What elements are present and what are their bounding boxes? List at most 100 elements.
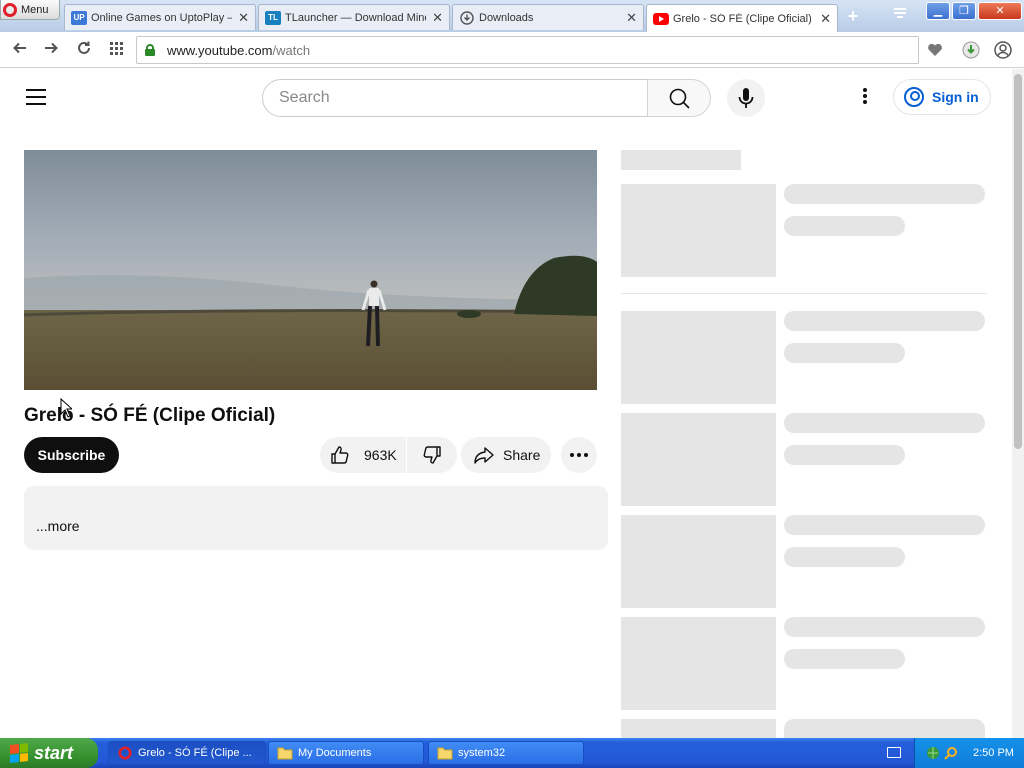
skeleton-meta-line [784,547,905,567]
thumbs-up-icon [331,446,349,464]
windows-logo-icon [10,743,28,763]
skeleton-thumbnail [621,617,776,710]
taskbar-item-opera[interactable]: Grelo - SÓ FÉ (Clipe ... [108,741,266,765]
sign-in-label: Sign in [932,89,979,105]
share-button[interactable]: Share [461,437,551,473]
tab-title: Online Games on UptoPlay — [91,11,233,24]
url-host: www.youtube.com [167,42,273,58]
close-tab-icon[interactable]: ✕ [432,10,443,26]
skeleton-meta-line [784,216,905,236]
opera-icon [118,746,132,760]
account-circle-icon [904,87,924,107]
youtube-icon [653,12,669,26]
skeleton-title-line [784,515,985,535]
reload-button[interactable] [74,40,94,60]
guide-menu-icon[interactable] [26,89,46,105]
youtube-header: Search Sign in [0,69,1012,125]
sign-in-button[interactable]: Sign in [893,79,991,115]
url-path: /watch [272,42,311,58]
taskbar-item-my-documents[interactable]: My Documents [268,741,424,765]
skeleton-thumbnail [621,311,776,404]
taskbar-item-system32[interactable]: system32 [428,741,584,765]
close-tab-icon[interactable]: ✕ [820,11,831,27]
skeleton-divider [621,293,987,294]
windows-taskbar: start Grelo - SÓ FÉ (Clipe ... My Docume… [0,738,1024,768]
menu-label: Menu [21,3,49,16]
description-box[interactable]: ...more [24,486,608,550]
skeleton-thumbnail [621,413,776,506]
skeleton-title-line [784,413,985,433]
folder-icon [277,747,293,760]
close-window-button[interactable]: ✕ [978,2,1022,20]
tab-title: Downloads [479,11,534,24]
microphone-icon [738,88,754,108]
skeleton-meta-line [784,343,905,363]
taskbar-item-label: system32 [458,747,506,759]
url-field[interactable]: www.youtube.com/watch [136,36,919,64]
bookmark-heart-icon[interactable] [924,39,946,61]
start-button[interactable]: start [0,738,98,768]
show-more-link[interactable]: ...more [36,518,80,534]
folder-icon [437,747,453,760]
close-tab-icon[interactable]: ✕ [238,10,249,26]
video-frame-image [24,150,597,390]
tab-title: Grelo - SÓ FÉ (Clipe Oficial) - [673,12,815,25]
settings-more-icon[interactable] [853,87,877,111]
opera-menu-button[interactable]: Menu [0,0,60,20]
tab-title: TLauncher — Download Mine [285,11,427,24]
voice-search-button[interactable] [727,79,765,117]
thumbs-down-icon [423,446,441,464]
account-icon[interactable] [992,39,1014,61]
close-tab-icon[interactable]: ✕ [626,10,637,26]
tab-downloads[interactable]: Downloads ✕ [452,4,644,30]
keyboard-icon[interactable] [887,747,901,758]
minimize-button[interactable]: ▁ [926,2,950,20]
dislike-button[interactable] [407,437,457,473]
network-icon[interactable] [925,745,941,761]
skeleton-thumbnail [621,515,776,608]
opera-logo-icon [3,2,17,17]
search-tray-icon[interactable] [943,745,959,761]
tab-uptoplay[interactable]: UP Online Games on UptoPlay — ✕ [64,4,256,30]
skeleton-thumbnail [621,184,776,277]
share-arrow-icon [474,447,494,464]
more-actions-button[interactable] [561,437,597,473]
clock[interactable]: 2:50 PM [973,747,1014,759]
skeleton-chip [621,150,741,170]
maximize-button[interactable]: ❐ [952,2,976,20]
uptoplay-icon: UP [71,10,87,25]
skeleton-title-line [784,184,985,204]
skeleton-meta-line [784,649,905,669]
taskbar-item-label: Grelo - SÓ FÉ (Clipe ... [138,747,252,759]
skeleton-title-line [784,719,985,738]
new-tab-button[interactable]: + [842,6,864,26]
lock-icon [145,44,155,56]
search-input[interactable]: Search [262,79,648,117]
skeleton-title-line [784,617,985,637]
forward-button[interactable] [41,40,61,60]
mouse-cursor-icon [60,397,74,423]
page-scrollbar[interactable] [1012,69,1024,739]
system-tray: 2:50 PM [914,738,1024,768]
search-button[interactable] [647,79,711,117]
taskbar-item-label: My Documents [298,747,372,759]
speed-dial-icon[interactable] [106,40,126,60]
back-button[interactable] [10,40,30,60]
like-count: 963K [364,447,397,463]
scrollbar-thumb[interactable] [1014,74,1022,449]
skeleton-thumbnail [621,719,776,738]
tlauncher-icon: TL [265,10,281,25]
address-bar-row: www.youtube.com/watch [0,32,1024,68]
tab-tlauncher[interactable]: TL TLauncher — Download Mine ✕ [258,4,450,30]
skeleton-meta-line [784,445,905,465]
downloads-icon[interactable] [960,39,982,61]
like-button[interactable]: 963K [320,437,406,473]
download-icon [459,10,475,25]
skeleton-title-line [784,311,985,331]
subscribe-button[interactable]: Subscribe [24,437,119,473]
video-player[interactable] [24,150,597,390]
browser-tab-bar: Menu UP Online Games on UptoPlay — ✕ TL … [0,0,1024,32]
tab-youtube-video[interactable]: Grelo - SÓ FÉ (Clipe Oficial) - ✕ [646,4,838,32]
tab-menu-button[interactable] [888,6,912,26]
start-label: start [34,742,74,763]
